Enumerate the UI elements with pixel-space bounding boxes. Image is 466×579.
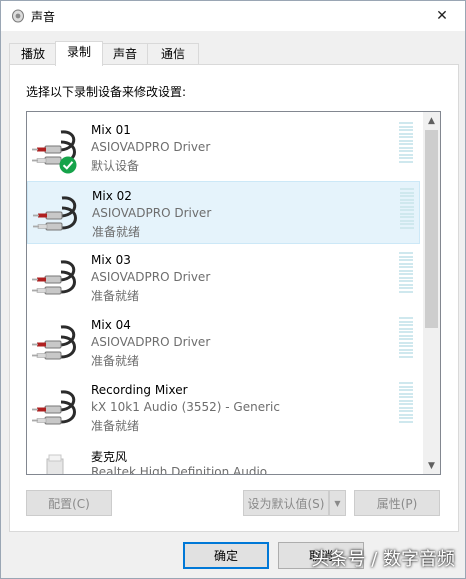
close-icon: ✕ <box>436 8 448 24</box>
tab-sounds[interactable]: 声音 <box>101 43 149 65</box>
device-row[interactable]: 麦克风 Realtek High Definition Audio <box>27 441 420 475</box>
title-bar[interactable]: 声音 ✕ <box>1 1 465 31</box>
device-driver: ASIOVADPRO Driver <box>91 140 211 154</box>
device-status: 准备就绪 <box>91 289 140 303</box>
sound-dialog: 声音 ✕ 播放 录制 声音 通信 选择以下录制设备来修改设置: Mix 01 AS… <box>0 0 466 579</box>
speaker-icon <box>11 9 25 23</box>
device-name: Mix 02 <box>92 189 132 203</box>
device-row[interactable]: Mix 04 ASIOVADPRO Driver 准备就绪 <box>27 311 420 374</box>
tab-recording[interactable]: 录制 <box>55 41 103 66</box>
scrollbar-thumb[interactable] <box>425 130 438 328</box>
device-driver: Realtek High Definition Audio <box>91 465 268 475</box>
rca-cable-icon <box>31 321 81 365</box>
recording-panel: 选择以下录制设备来修改设置: Mix 01 ASIOVADPRO Driver 默认… <box>9 64 459 532</box>
device-row[interactable]: Recording Mixer kX 10k1 Audio (3552) - Ge… <box>27 376 420 439</box>
level-meter <box>399 122 413 166</box>
chevron-down-icon: ▼ <box>334 498 341 508</box>
device-driver: ASIOVADPRO Driver <box>91 335 211 349</box>
set-default-dropdown[interactable]: ▼ <box>329 490 346 516</box>
device-row[interactable]: Mix 01 ASIOVADPRO Driver 默认设备 <box>27 116 420 179</box>
device-list[interactable]: Mix 01 ASIOVADPRO Driver 默认设备 Mix 02 ASIOVAD… <box>26 111 441 475</box>
microphone-icon <box>31 451 81 474</box>
device-status: 准备就绪 <box>92 225 141 239</box>
watermark: 头条号 / 数字音频 <box>311 549 455 570</box>
scroll-down-icon[interactable]: ▼ <box>423 457 440 474</box>
vertical-scrollbar[interactable]: ▲ ▼ <box>423 112 440 474</box>
default-check-icon <box>59 156 77 174</box>
tab-playback[interactable]: 播放 <box>9 43 57 65</box>
device-driver: ASIOVADPRO Driver <box>92 206 212 220</box>
device-driver: ASIOVADPRO Driver <box>91 270 211 284</box>
level-meter <box>400 188 414 232</box>
device-name: Recording Mixer <box>91 383 188 397</box>
device-row[interactable]: Mix 02 ASIOVADPRO Driver 准备就绪 <box>27 181 420 244</box>
device-driver: kX 10k1 Audio (3552) - Generic <box>91 400 280 414</box>
ok-button[interactable]: 确定 <box>183 542 269 569</box>
instruction-label: 选择以下录制设备来修改设置: <box>26 85 187 99</box>
rca-cable-icon <box>31 386 81 430</box>
level-meter <box>399 382 413 426</box>
close-button[interactable]: ✕ <box>419 1 465 31</box>
device-name: Mix 04 <box>91 318 131 332</box>
device-name: Mix 03 <box>91 253 131 267</box>
device-name: Mix 01 <box>91 123 131 137</box>
configure-button[interactable]: 配置(C) <box>26 490 112 516</box>
device-status: 准备就绪 <box>91 419 140 433</box>
scroll-up-icon[interactable]: ▲ <box>423 112 440 129</box>
device-row[interactable]: Mix 03 ASIOVADPRO Driver 准备就绪 <box>27 246 420 309</box>
window-title: 声音 <box>31 10 56 24</box>
level-meter <box>399 252 413 296</box>
rca-cable-icon <box>31 256 81 300</box>
properties-button[interactable]: 属性(P) <box>354 490 440 516</box>
tab-communications[interactable]: 通信 <box>147 43 199 65</box>
rca-cable-icon <box>32 192 82 236</box>
device-status: 默认设备 <box>91 159 140 173</box>
level-meter <box>399 317 413 361</box>
device-status: 准备就绪 <box>91 354 140 368</box>
device-name: 麦克风 <box>91 450 128 464</box>
set-default-button[interactable]: 设为默认值(S) <box>243 490 329 516</box>
